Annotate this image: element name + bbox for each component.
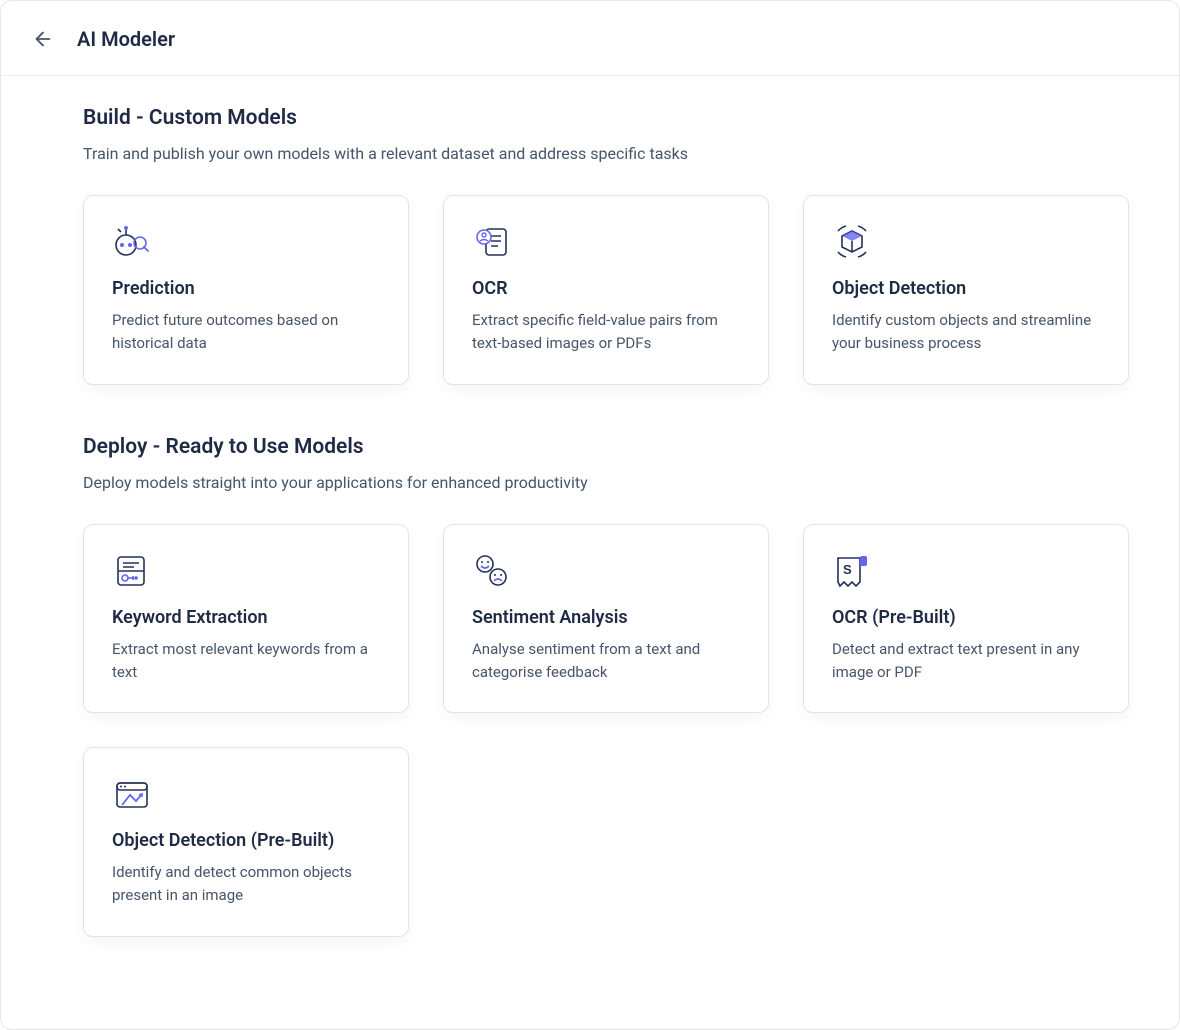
section-build: Build - Custom Models Train and publish … [83, 106, 1097, 385]
page-container: AI Modeler Build - Custom Models Train a… [0, 0, 1180, 1030]
card-sentiment-analysis[interactable]: Sentiment Analysis Analyse sentiment fro… [443, 524, 769, 714]
card-title: OCR [472, 278, 740, 299]
card-desc: Analyse sentiment from a text and catego… [472, 638, 740, 685]
svg-text:S: S [843, 562, 852, 577]
card-desc: Identify custom objects and streamline y… [832, 309, 1100, 356]
section-title: Build - Custom Models [83, 106, 1097, 130]
card-title: OCR (Pre-Built) [832, 607, 1100, 628]
sentiment-analysis-icon [472, 551, 512, 591]
card-title: Keyword Extraction [112, 607, 380, 628]
section-deploy: Deploy - Ready to Use Models Deploy mode… [83, 435, 1097, 937]
card-desc: Detect and extract text present in any i… [832, 638, 1100, 685]
section-title: Deploy - Ready to Use Models [83, 435, 1097, 459]
card-title: Prediction [112, 278, 380, 299]
card-prediction[interactable]: Prediction Predict future outcomes based… [83, 195, 409, 385]
card-desc: Extract specific field-value pairs from … [472, 309, 740, 356]
card-title: Sentiment Analysis [472, 607, 740, 628]
card-desc: Identify and detect common objects prese… [112, 861, 380, 908]
card-object-detection[interactable]: Object Detection Identify custom objects… [803, 195, 1129, 385]
cards-grid: Keyword Extraction Extract most relevant… [83, 524, 1097, 937]
header: AI Modeler [1, 1, 1179, 76]
page-title: AI Modeler [77, 27, 175, 51]
keyword-extraction-icon [112, 551, 152, 591]
card-title: Object Detection (Pre-Built) [112, 830, 380, 851]
card-object-detection-prebuilt[interactable]: Object Detection (Pre-Built) Identify an… [83, 747, 409, 937]
object-detection-icon [832, 222, 872, 262]
card-title: Object Detection [832, 278, 1100, 299]
card-desc: Extract most relevant keywords from a te… [112, 638, 380, 685]
object-detection-prebuilt-icon [112, 774, 152, 814]
ocr-prebuilt-icon: S [832, 551, 872, 591]
ocr-icon [472, 222, 512, 262]
card-desc: Predict future outcomes based on histori… [112, 309, 380, 356]
section-subtitle: Deploy models straight into your applica… [83, 473, 1097, 492]
back-arrow-button[interactable] [29, 25, 57, 53]
card-ocr[interactable]: OCR Extract specific field-value pairs f… [443, 195, 769, 385]
card-keyword-extraction[interactable]: Keyword Extraction Extract most relevant… [83, 524, 409, 714]
card-ocr-prebuilt[interactable]: S OCR (Pre-Built) Detect and extract tex… [803, 524, 1129, 714]
section-subtitle: Train and publish your own models with a… [83, 144, 1097, 163]
content-area: Build - Custom Models Train and publish … [1, 76, 1179, 1027]
cards-grid: Prediction Predict future outcomes based… [83, 195, 1097, 385]
prediction-icon [112, 222, 152, 262]
arrow-left-icon [32, 28, 54, 50]
